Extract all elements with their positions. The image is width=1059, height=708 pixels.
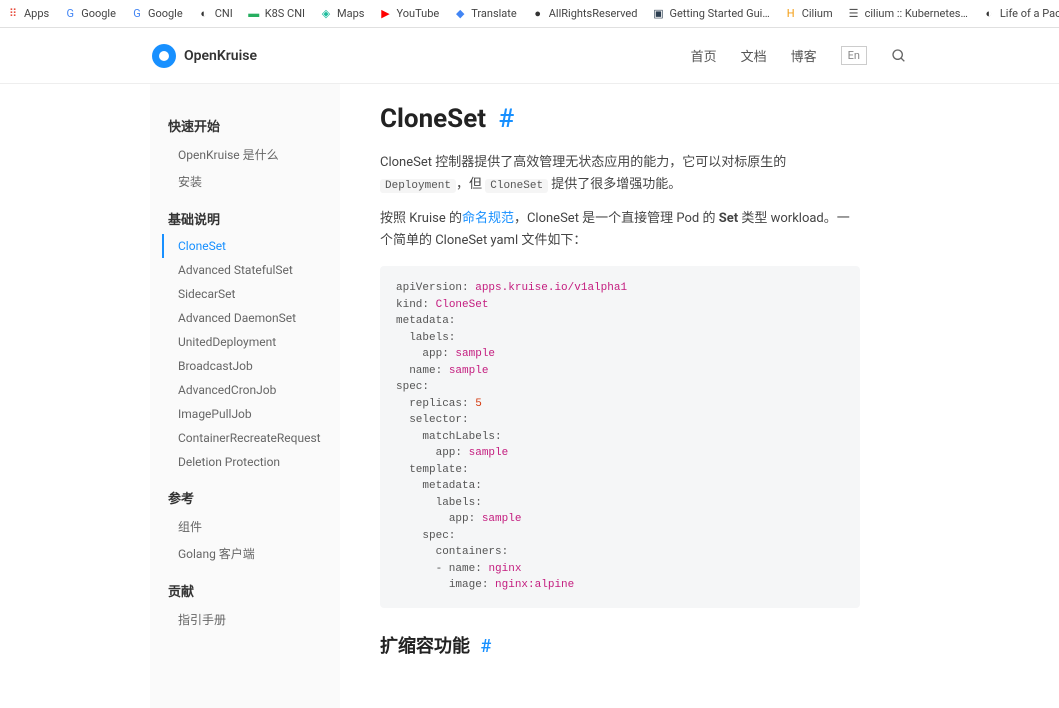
nav-docs[interactable]: 文档: [741, 46, 767, 65]
sidebar-item[interactable]: AdvancedCronJob: [162, 378, 340, 402]
bookmark-label: YouTube: [396, 7, 439, 20]
section-scale: 扩缩容功能 #: [380, 632, 860, 658]
bookmark-item[interactable]: ◈ Maps: [319, 7, 364, 21]
bookmark-item[interactable]: ▣ Getting Started Gui…: [651, 7, 769, 21]
sidebar-item[interactable]: BroadcastJob: [162, 354, 340, 378]
sidebar-item[interactable]: Golang 客户端: [162, 540, 340, 567]
bookmark-item[interactable]: ◐ CNI: [197, 7, 233, 21]
top-nav: 首页 文档 博客 En: [691, 46, 907, 65]
sidebar-item[interactable]: Deletion Protection: [162, 450, 340, 474]
sidebar-section-reference: 参考: [162, 488, 340, 507]
bookmark-label: Cilium: [802, 7, 833, 20]
naming-link[interactable]: 命名规范: [462, 211, 514, 226]
bookmark-icon: ☰: [847, 7, 861, 21]
bookmark-item[interactable]: ☰ cilium :: Kubernetes…: [847, 7, 968, 21]
main-content: CloneSet # CloneSet 控制器提供了高效管理无状态应用的能力，它…: [340, 84, 900, 708]
sidebar-item[interactable]: UnitedDeployment: [162, 330, 340, 354]
bookmark-label: Getting Started Gui…: [669, 7, 769, 20]
bookmark-label: Google: [148, 7, 183, 20]
bookmark-icon: G: [130, 7, 144, 21]
h2-anchor[interactable]: #: [480, 636, 491, 657]
bookmark-item[interactable]: ⠿ Apps: [6, 7, 49, 21]
sidebar-item[interactable]: 安装: [162, 168, 340, 195]
bookmark-icon: ▬: [247, 7, 261, 21]
sidebar-item[interactable]: Advanced StatefulSet: [162, 258, 340, 282]
title-text: CloneSet: [380, 104, 486, 134]
sidebar-section-quickstart: 快速开始: [162, 116, 340, 135]
bookmark-icon: G: [63, 7, 77, 21]
bookmark-item[interactable]: ▬ K8S CNI: [247, 7, 305, 21]
code-deployment: Deployment: [380, 179, 456, 193]
search-icon[interactable]: [891, 48, 907, 64]
sidebar: 快速开始 OpenKruise 是什么安装 基础说明 CloneSetAdvan…: [150, 84, 340, 708]
bookmark-item[interactable]: G Google: [130, 7, 183, 21]
yaml-codeblock: apiVersion: apps.kruise.io/v1alpha1 kind…: [380, 266, 860, 608]
sidebar-item[interactable]: Advanced DaemonSet: [162, 306, 340, 330]
intro-p2: 按照 Kruise 的命名规范，CloneSet 是一个直接管理 Pod 的 S…: [380, 208, 860, 252]
bookmark-icon: ▶: [378, 7, 392, 21]
bookmark-label: cilium :: Kubernetes…: [865, 7, 968, 20]
bookmark-item[interactable]: ◐ Life of a Packet in C…: [982, 7, 1059, 21]
bookmark-icon: ⠿: [6, 7, 20, 21]
sidebar-section-basics: 基础说明: [162, 209, 340, 228]
bookmark-item[interactable]: ◆ Translate: [453, 7, 517, 21]
bookmark-icon: ◈: [319, 7, 333, 21]
bookmark-label: Translate: [471, 7, 517, 20]
bookmark-label: CNI: [215, 7, 233, 20]
bookmark-icon: H: [784, 7, 798, 21]
sidebar-item[interactable]: 组件: [162, 513, 340, 540]
sidebar-section-contribute: 贡献: [162, 581, 340, 600]
bookmark-icon: ▣: [651, 7, 665, 21]
bookmark-item[interactable]: H Cilium: [784, 7, 833, 21]
bookmarks-bar: ⠿ Apps G Google G Google ◐ CNI ▬ K8S CNI ◈ Maps ▶ You…: [0, 0, 1059, 28]
sidebar-item[interactable]: 指引手册: [162, 606, 340, 633]
intro-p1: CloneSet 控制器提供了高效管理无状态应用的能力，它可以对标原生的 Dep…: [380, 152, 860, 196]
bookmark-item[interactable]: ▶ YouTube: [378, 7, 439, 21]
bookmark-label: Google: [81, 7, 116, 20]
logo[interactable]: OpenKruise: [152, 44, 257, 68]
sidebar-item[interactable]: ContainerRecreateRequest: [162, 426, 340, 450]
sidebar-item[interactable]: OpenKruise 是什么: [162, 141, 340, 168]
sidebar-item[interactable]: SidecarSet: [162, 282, 340, 306]
bookmark-icon: ◐: [197, 7, 211, 21]
sidebar-item[interactable]: ImagePullJob: [162, 402, 340, 426]
bookmark-icon: ◆: [453, 7, 467, 21]
bookmark-icon: ●: [531, 7, 545, 21]
bookmark-icon: ◐: [982, 7, 996, 21]
nav-blog[interactable]: 博客: [791, 46, 817, 65]
bookmark-item[interactable]: G Google: [63, 7, 116, 21]
site-header: OpenKruise 首页 文档 博客 En: [0, 28, 1059, 84]
sidebar-item[interactable]: CloneSet: [162, 234, 340, 258]
bookmark-label: Maps: [337, 7, 364, 20]
title-anchor[interactable]: #: [499, 104, 515, 134]
lang-switch[interactable]: En: [841, 46, 867, 65]
bookmark-label: Life of a Packet in C…: [1000, 7, 1059, 20]
brand-text: OpenKruise: [184, 48, 257, 64]
bookmark-label: Apps: [24, 7, 49, 20]
nav-home[interactable]: 首页: [691, 46, 717, 65]
logo-icon: [152, 44, 176, 68]
bookmark-label: AllRightsReserved: [549, 7, 638, 20]
bookmark-item[interactable]: ● AllRightsReserved: [531, 7, 638, 21]
page-title: CloneSet #: [380, 104, 860, 134]
bookmark-label: K8S CNI: [265, 7, 305, 20]
code-cloneset: CloneSet: [485, 179, 548, 193]
h2-text: 扩缩容功能: [380, 636, 470, 657]
